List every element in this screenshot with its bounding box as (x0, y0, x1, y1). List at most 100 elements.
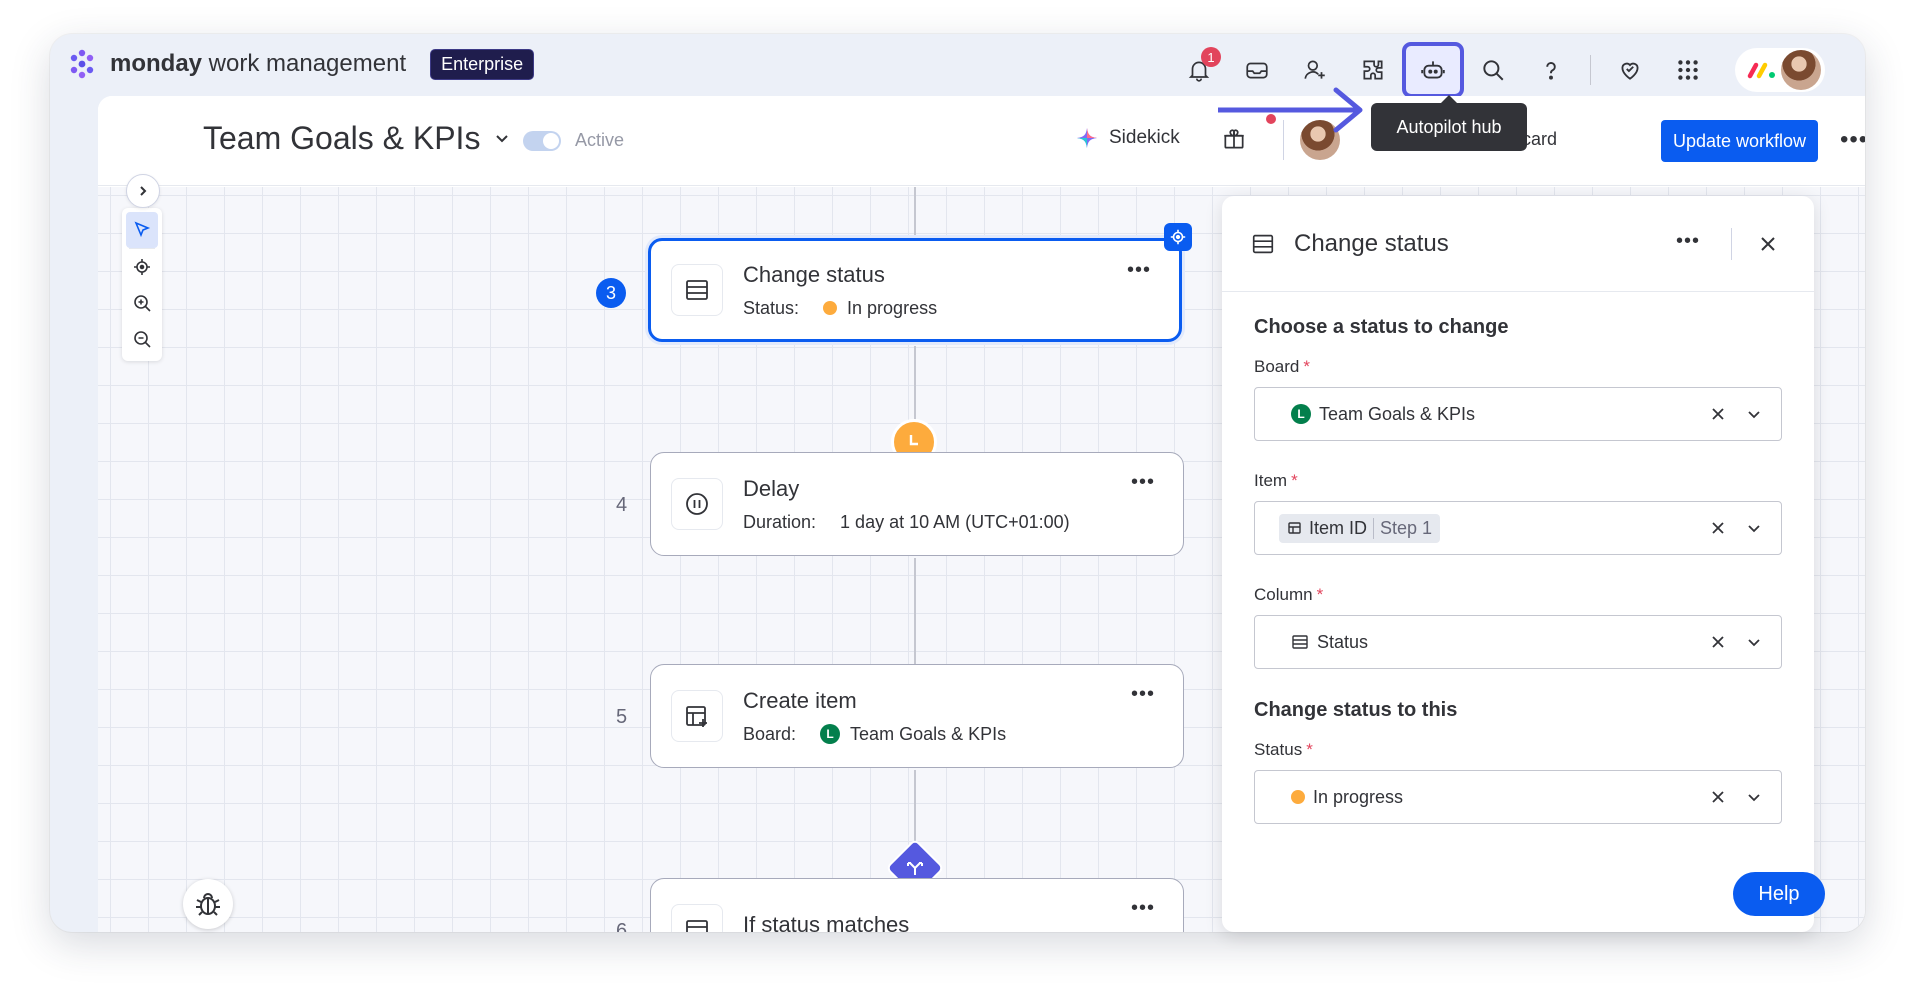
active-toggle[interactable] (523, 130, 561, 151)
step-detail-value: In progress (847, 297, 938, 318)
account-menu[interactable] (1735, 48, 1825, 92)
item-select[interactable]: Item ID Step 1 (1254, 501, 1782, 555)
product-switcher-button[interactable] (1659, 47, 1717, 93)
step-icon-box (671, 904, 723, 932)
workflow-header: Team Goals & KPIs Active Sidekick Discar… (98, 96, 1865, 186)
help-question-icon (1546, 62, 1556, 80)
select-value: In progress (1291, 787, 1691, 808)
step-card-delay[interactable]: Delay Duration: 1 day at 10 AM (UTC+01:0… (650, 452, 1184, 556)
step-icon-box (671, 478, 723, 530)
clear-icon[interactable] (1709, 405, 1727, 423)
notification-count-badge: 1 (1201, 47, 1221, 67)
step-icon-box (671, 690, 723, 742)
clear-icon[interactable] (1709, 519, 1727, 537)
user-avatar (1781, 50, 1821, 90)
chevron-down-icon[interactable] (1745, 788, 1763, 806)
zoom-out-button[interactable] (126, 321, 158, 357)
top-bar: monday work management Enterprise 1 (50, 34, 1865, 98)
create-item-icon (686, 706, 707, 727)
step-detail-key: Board: (743, 723, 797, 744)
help-button[interactable] (1522, 47, 1580, 93)
board-letter-badge: L (1291, 404, 1311, 424)
more-options-button[interactable]: ••• (1840, 126, 1865, 154)
status-value-text: In progress (1313, 786, 1404, 807)
zoom-out-icon (134, 331, 151, 348)
step-title: If status matches (743, 912, 910, 932)
step-title: Delay (743, 475, 800, 501)
step-number-badge: 3 (596, 278, 626, 308)
search-icon (1483, 60, 1504, 81)
field-label: Item * (1254, 471, 1298, 490)
search-button[interactable] (1464, 47, 1522, 93)
status-color-dot (1291, 790, 1305, 804)
step-detail: Board: L Team Goals & KPIs (743, 724, 1006, 745)
board-select[interactable]: L Team Goals & KPIs (1254, 387, 1782, 441)
invite-user-icon (1304, 60, 1325, 79)
step-more-button[interactable]: ••• (1131, 471, 1155, 494)
chevron-down-icon[interactable] (1745, 519, 1763, 537)
annotation-arrow-icon (1218, 87, 1363, 133)
board-title-dropdown[interactable]: Team Goals & KPIs (203, 120, 512, 157)
select-tool-button[interactable] (126, 212, 158, 248)
step-more-button[interactable]: ••• (1131, 683, 1155, 706)
board-letter-badge: L (820, 724, 841, 744)
recenter-button[interactable] (126, 249, 158, 285)
step-body: If status matches (743, 912, 909, 932)
step-detail: Duration: 1 day at 10 AM (UTC+01:00) (743, 512, 1070, 533)
autopilot-robot-icon (1421, 61, 1445, 79)
step-card-if-status-matches[interactable]: If status matches ••• (650, 878, 1184, 932)
field-label: Status * (1254, 740, 1313, 759)
connector-line (914, 187, 916, 240)
debug-button[interactable] (183, 879, 233, 929)
column-select[interactable]: Status (1254, 615, 1782, 669)
active-toggle-group: Active (523, 130, 624, 151)
panel-header-divider (1731, 228, 1732, 260)
section-heading: Change status to this (1254, 699, 1458, 721)
step-body: Change status Status: In progress (743, 262, 937, 319)
clear-icon[interactable] (1709, 788, 1727, 806)
step-card-create-item[interactable]: Create item Board: L Team Goals & KPIs •… (650, 664, 1184, 768)
step-number: 6 (616, 920, 628, 932)
status-column-icon (686, 280, 708, 300)
sidekick-label: Sidekick (1109, 127, 1180, 148)
status-select[interactable]: In progress (1254, 770, 1782, 824)
autopilot-hub-button[interactable] (1402, 42, 1464, 98)
monday-mark-icon (1747, 62, 1775, 79)
step-card-change-status[interactable]: Change status Status: In progress ••• (648, 238, 1182, 342)
status-column-icon (1252, 234, 1274, 253)
status-color-dot (823, 301, 838, 315)
step-body: Delay Duration: 1 day at 10 AM (UTC+01:0… (743, 476, 1070, 533)
step-detail: Status: In progress (743, 298, 937, 319)
chevron-down-icon[interactable] (1745, 633, 1763, 651)
select-value: Status (1291, 632, 1691, 653)
zoom-in-icon (134, 295, 151, 312)
status-column-icon (1292, 635, 1308, 649)
step-title: Create item (743, 687, 857, 713)
focus-step-button[interactable] (1164, 223, 1192, 251)
pause-icon (686, 493, 708, 515)
logo[interactable]: monday work management Enterprise (64, 46, 535, 82)
clear-icon[interactable] (1709, 633, 1727, 651)
locate-target-icon (134, 259, 150, 275)
step-more-button[interactable]: ••• (1127, 259, 1151, 282)
expand-sidebar-button[interactable] (126, 174, 160, 208)
panel-body: Choose a status to change Board * L Team … (1222, 292, 1814, 878)
zoom-in-button[interactable] (126, 285, 158, 321)
step-settings-panel: Change status ••• Choose a status to cha… (1222, 196, 1814, 932)
chevron-down-icon[interactable] (1745, 405, 1763, 423)
select-value: L Team Goals & KPIs (1291, 404, 1691, 425)
panel-more-button[interactable]: ••• (1676, 230, 1700, 253)
chip-value: Item ID (1309, 517, 1368, 538)
item-id-chip: Item ID Step 1 (1279, 513, 1441, 543)
step-more-button[interactable]: ••• (1131, 897, 1155, 920)
update-workflow-button[interactable]: Update workflow (1661, 120, 1819, 162)
step-title: Change status (743, 261, 885, 287)
column-value-text: Status (1317, 631, 1369, 652)
step-icon-box (671, 264, 723, 316)
page-title: Team Goals & KPIs (203, 120, 481, 156)
chevron-down-icon (496, 134, 509, 142)
favorites-button[interactable] (1601, 47, 1659, 93)
help-button[interactable]: Help (1733, 872, 1825, 916)
sidekick-button[interactable]: Sidekick (1075, 126, 1180, 150)
close-icon[interactable] (1758, 234, 1778, 254)
